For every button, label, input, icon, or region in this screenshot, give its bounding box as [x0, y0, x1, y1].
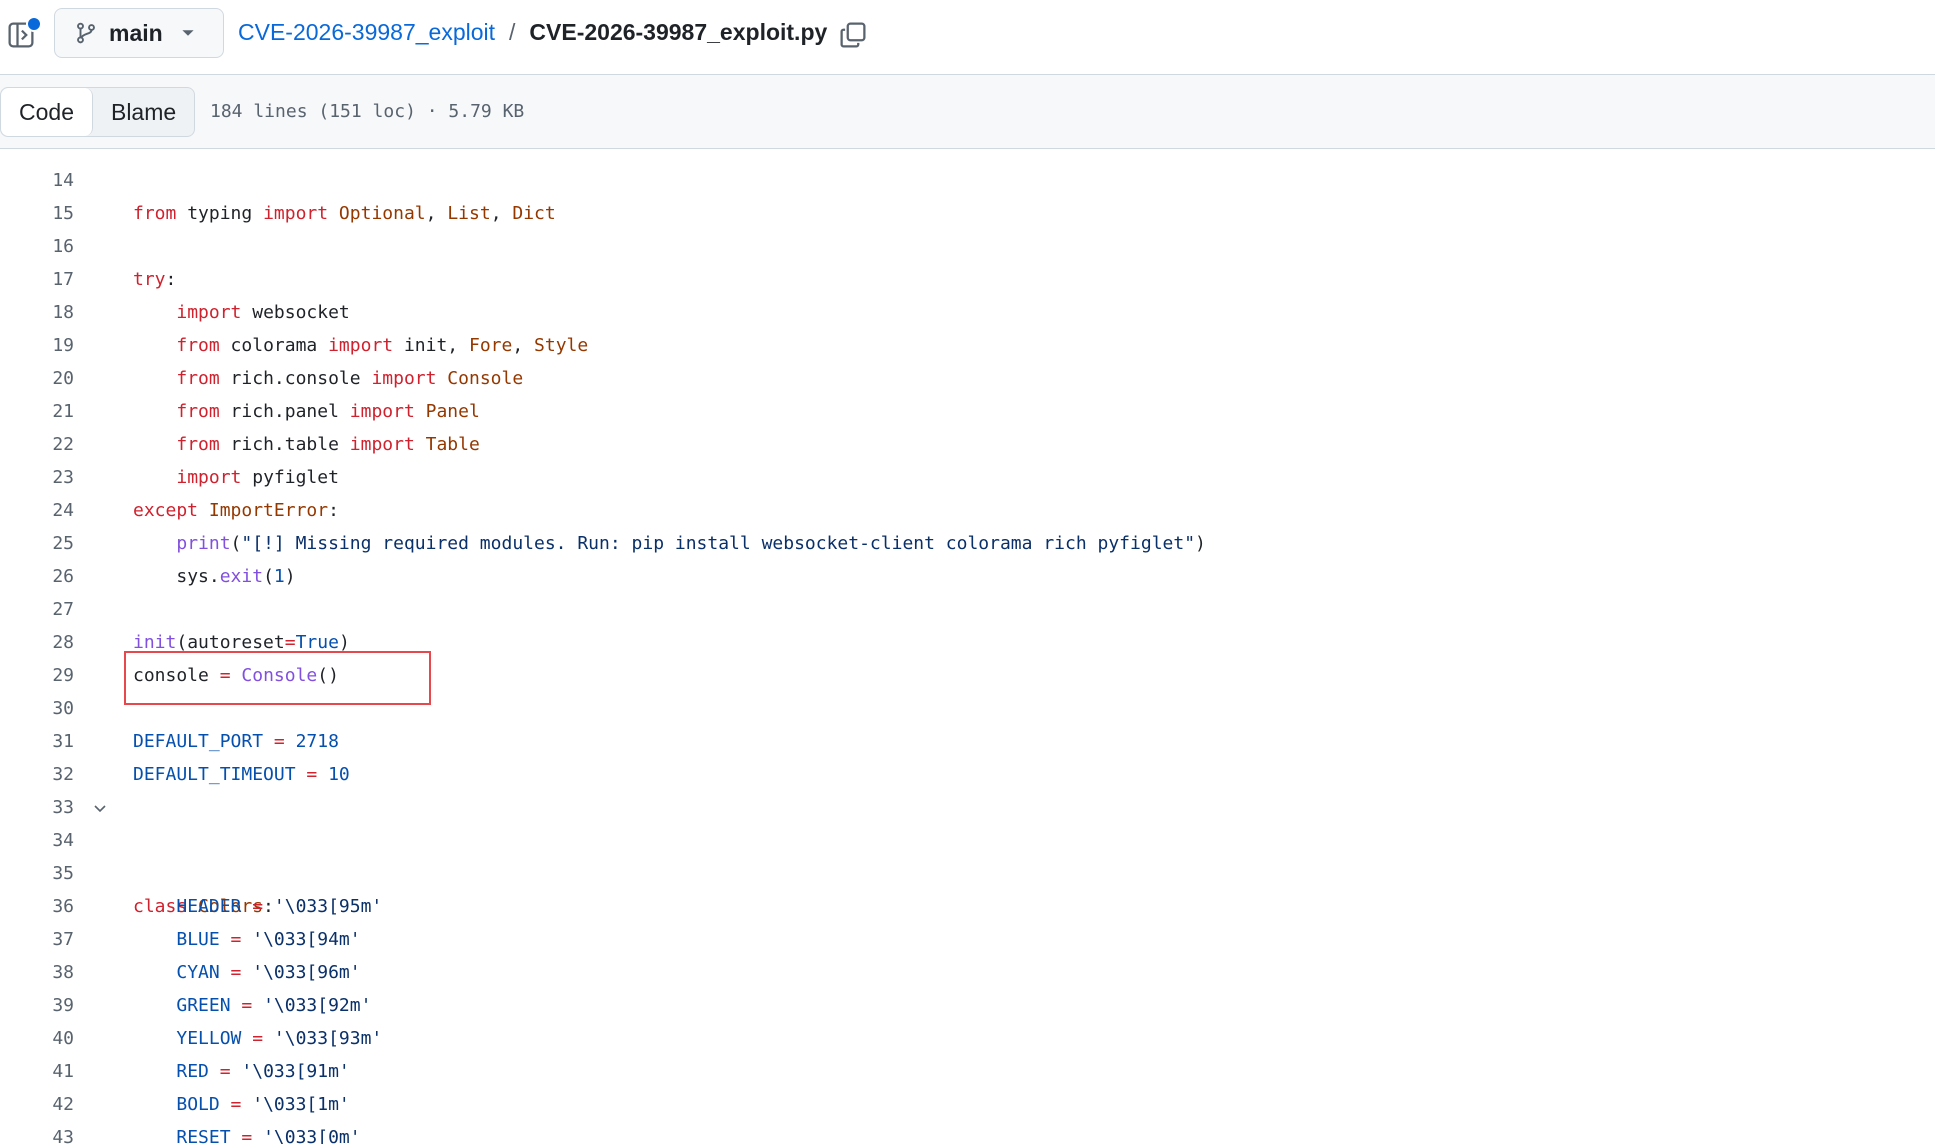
code-line: 31 DEFAULT_TIMEOUT = 10 [0, 692, 1935, 785]
code-line: 34 class Colors: [0, 791, 1935, 917]
view-switcher: Code Blame [0, 87, 196, 137]
code-line: 14 from typing import Optional, List, Di… [0, 149, 1935, 224]
code-lines: 14 from typing import Optional, List, Di… [0, 149, 1935, 1144]
code-line: 35 HEADER = '\033[95m' [0, 824, 1935, 917]
code-line: 29 [0, 626, 1935, 686]
file-header: main CVE-2026-39987_exploit / CVE-2026-3… [0, 0, 1935, 75]
chevron-down-icon[interactable] [88, 791, 112, 824]
code-line: 16 try: [0, 197, 1935, 290]
code-line: 15 [0, 164, 1935, 224]
code-line: 27 init(autoreset=True) [0, 560, 1935, 653]
tab-code[interactable]: Code [1, 88, 93, 136]
code-line: 38 GREEN = '\033[92m' [0, 923, 1935, 1016]
code-line: 26 [0, 527, 1935, 587]
code-line: 23 except ImportError: [0, 428, 1935, 521]
file-name: CVE-2026-39987_exploit.py [529, 19, 828, 45]
code-line: 32 [0, 725, 1935, 785]
notification-dot [26, 16, 42, 32]
code-line: 36 BLUE = '\033[94m' [0, 857, 1935, 950]
code-view: 14 from typing import Optional, List, Di… [0, 149, 1935, 1144]
code-line: 28 console = Console() [0, 593, 1935, 686]
git-branch-icon [75, 22, 97, 44]
branch-selector-button[interactable]: main [54, 8, 224, 58]
breadcrumb: CVE-2026-39987_exploit / CVE-2026-39987_… [238, 19, 827, 46]
code-line: 19 from rich.console import Console [0, 296, 1935, 389]
code-line: 20 from rich.panel import Panel [0, 329, 1935, 422]
tab-blame[interactable]: Blame [93, 88, 194, 136]
code-line: 37 CYAN = '\033[96m' [0, 890, 1935, 983]
code-line: 41 BOLD = '\033[1m' [0, 1022, 1935, 1115]
code-line: 44 [0, 1121, 1935, 1144]
code-line: 18 from colorama import init, Fore, Styl… [0, 263, 1935, 356]
file-meta: 184 lines (151 loc) · 5.79 KB [210, 101, 525, 122]
code-line: 39 YELLOW = '\033[93m' [0, 956, 1935, 1049]
code-line: 30 DEFAULT_PORT = 2718 [0, 659, 1935, 752]
breadcrumb-separator: / [509, 19, 516, 45]
code-line: 42 RESET = '\033[0m' [0, 1055, 1935, 1144]
code-line: 24 print("[!] Missing required modules. … [0, 461, 1935, 554]
code-line: 22 import pyfiglet [0, 395, 1935, 488]
code-line: 33 [0, 758, 1935, 818]
repo-link[interactable]: CVE-2026-39987_exploit [238, 19, 495, 46]
code-line: 21 from rich.table import Table [0, 362, 1935, 455]
code-line: 40 RED = '\033[91m' [0, 989, 1935, 1082]
file-toolbar: Code Blame 184 lines (151 loc) · 5.79 KB [0, 75, 1935, 149]
code-line: 43 [0, 1088, 1935, 1144]
copy-icon [840, 22, 866, 48]
copy-path-button[interactable] [838, 20, 868, 50]
caret-down-icon [181, 26, 195, 40]
branch-name: main [109, 19, 163, 46]
code-line: 25 sys.exit(1) [0, 494, 1935, 587]
code-line: 17 import websocket [0, 230, 1935, 323]
